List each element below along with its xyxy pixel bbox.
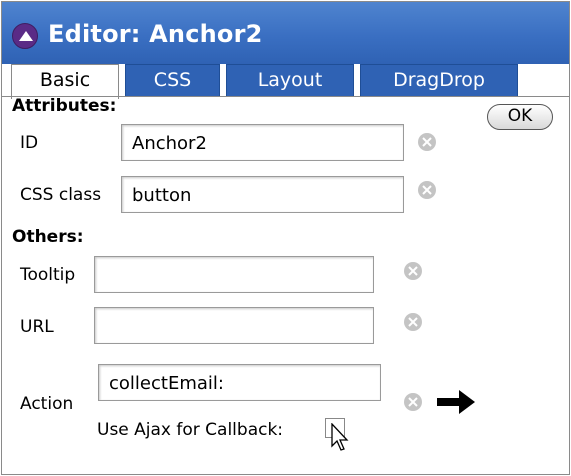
css-class-field[interactable]: button (121, 176, 404, 213)
tab-dragdrop[interactable]: DragDrop (360, 64, 518, 97)
action-label: Action (20, 394, 74, 414)
clear-icon (408, 397, 418, 407)
url-field[interactable] (94, 307, 374, 344)
clear-icon (408, 266, 418, 276)
clear-url-button[interactable] (404, 313, 422, 331)
tooltip-field[interactable] (94, 256, 374, 293)
tab-layout[interactable]: Layout (226, 64, 354, 97)
use-ajax-label: Use Ajax for Callback: (97, 420, 284, 440)
clear-css-class-button[interactable] (418, 181, 436, 199)
clear-icon (422, 185, 432, 195)
id-label: ID (20, 133, 39, 153)
tooltip-label: Tooltip (20, 265, 76, 285)
tab-basic[interactable]: Basic (11, 64, 119, 99)
collapse-icon (19, 31, 33, 41)
url-label: URL (20, 317, 54, 337)
collapse-button[interactable] (12, 23, 38, 49)
title-bar: Editor: Anchor2 (2, 2, 569, 64)
clear-icon (422, 137, 432, 147)
clear-action-button[interactable] (404, 393, 422, 411)
clear-icon (408, 317, 418, 327)
action-field[interactable]: collectEmail: (98, 364, 381, 401)
css-class-label: CSS class (20, 185, 102, 205)
mouse-cursor-icon (331, 423, 349, 451)
clear-id-button[interactable] (418, 133, 436, 151)
ok-button[interactable]: OK (487, 104, 553, 130)
arrow-right-icon (437, 390, 475, 414)
id-field[interactable]: Anchor2 (121, 124, 404, 161)
tab-css[interactable]: CSS (125, 64, 220, 97)
attributes-heading: Attributes: (12, 96, 117, 116)
clear-tooltip-button[interactable] (404, 262, 422, 280)
window-title: Editor: Anchor2 (48, 20, 263, 48)
others-heading: Others: (12, 227, 84, 247)
